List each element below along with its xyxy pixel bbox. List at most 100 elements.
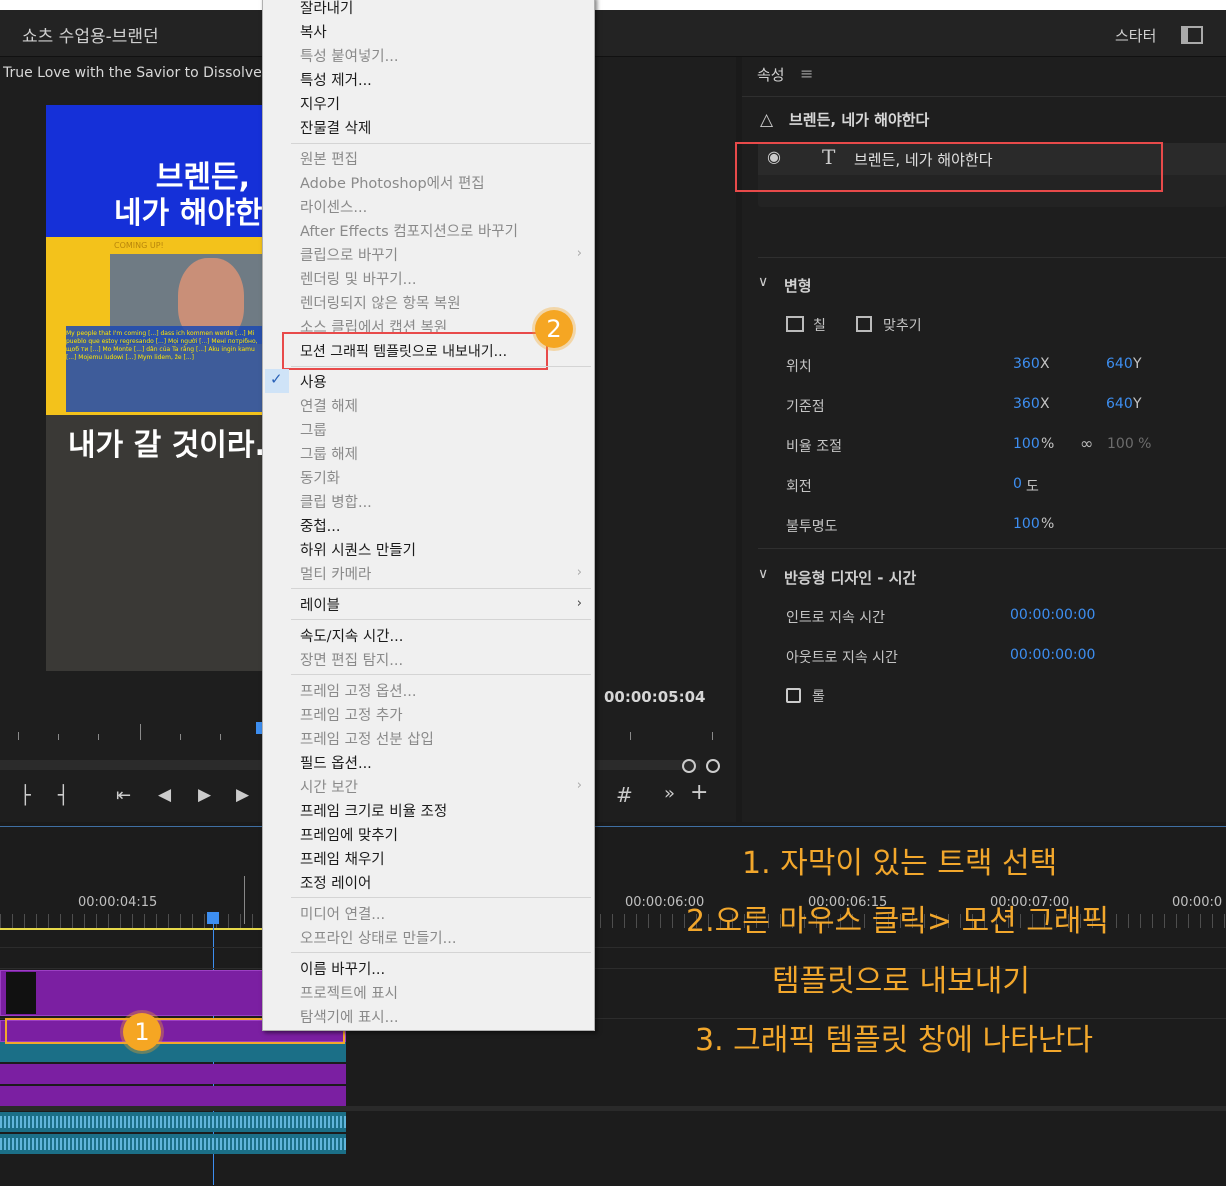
menu-item-scene-detect[interactable]: 장면 편집 탐지... [300, 649, 403, 670]
graphic-clip[interactable] [0, 1086, 346, 1106]
menu-item-multicam[interactable]: 멀티 카메라 [300, 563, 371, 584]
step-badge-2: 2 [535, 310, 573, 348]
menu-item-group[interactable]: 그룹 [300, 419, 327, 440]
menu-item-reveal-project[interactable]: 프로젝트에 표시 [300, 982, 398, 1003]
timeline-tc-5: 00:00:0 [1172, 895, 1223, 910]
add-button-icon[interactable]: + [690, 780, 708, 805]
step-badge-1: 1 [123, 1013, 161, 1051]
position-y-value[interactable]: 640 [1106, 356, 1133, 372]
menu-item-enable[interactable]: 사용 [300, 371, 327, 392]
menu-item-edit-original[interactable]: 원본 편집 [300, 148, 358, 169]
menu-item-adjustment-layer[interactable]: 조정 레이어 [300, 872, 371, 893]
rotation-value[interactable]: 0 [1013, 476, 1022, 492]
menu-item-fit-frame[interactable]: 프레임에 맞추기 [300, 824, 398, 845]
coming-up-label: COMING UP! [114, 241, 164, 250]
multicam-icon[interactable]: # [616, 783, 633, 807]
link-icon[interactable]: ∞ [1080, 434, 1093, 453]
panel-toggle-icon[interactable] [1181, 26, 1203, 44]
sequence-title: 쇼츠 수업용-브랜던 [22, 27, 159, 47]
submenu-arrow-icon: › [576, 565, 582, 580]
opacity-label: 불투명도 [786, 519, 838, 535]
audio-clip[interactable] [0, 1134, 346, 1154]
annotation-step2b: 템플릿으로 내보내기 [772, 964, 1030, 999]
menu-item-frame-hold-options[interactable]: 프레임 고정 옵션... [300, 680, 416, 701]
work-area-bar[interactable] [0, 928, 262, 930]
zoom-handle-right[interactable] [706, 759, 720, 773]
graphic-name: 브렌든, 네가 해야한다 [789, 111, 930, 129]
menu-item-time-interpolation[interactable]: 시간 보간 [300, 776, 358, 797]
anchor-x-value[interactable]: 360 [1013, 396, 1040, 412]
graphic-clip[interactable] [0, 1064, 346, 1084]
chevron-down-icon[interactable]: ∨ [758, 566, 768, 582]
menu-item-scale-to-frame[interactable]: 프레임 크기로 비율 조정 [300, 800, 447, 821]
menu-item-render-replace[interactable]: 렌더링 및 바꾸기... [300, 268, 416, 289]
position-x-value[interactable]: 360 [1013, 356, 1040, 372]
menu-item-clear[interactable]: 지우기 [300, 93, 340, 114]
track-divider [0, 947, 1226, 948]
more-controls-icon[interactable]: » [664, 783, 675, 804]
menu-item-label[interactable]: 레이블 [300, 594, 340, 615]
annotation-step2: 2.오른 마우스 클릭> 모션 그래픽 [686, 904, 1110, 939]
play-icon[interactable]: ▶ [198, 785, 211, 805]
menu-item-reveal-explorer[interactable]: 탐색기에 표시... [300, 1006, 398, 1027]
program-timecode[interactable]: 00:00:05:04 [604, 688, 706, 706]
scale-value-locked: 100 % [1107, 436, 1152, 452]
opacity-value[interactable]: 100 [1013, 516, 1040, 532]
rotation-label: 회전 [786, 479, 812, 495]
menu-item-make-subsequence[interactable]: 하위 시퀀스 만들기 [300, 539, 416, 560]
menu-item-fill-frame[interactable]: 프레임 채우기 [300, 848, 385, 869]
menu-item-insert-frame-hold[interactable]: 프레임 고정 선분 삽입 [300, 728, 434, 749]
audio-clip[interactable] [0, 1112, 346, 1132]
fit-label[interactable]: 맞추기 [883, 315, 922, 335]
playhead-handle[interactable] [207, 912, 219, 924]
step-back-icon[interactable]: ◀ [158, 785, 171, 805]
roll-checkbox[interactable] [786, 688, 801, 703]
menu-item-restore-unrendered[interactable]: 렌더링되지 않은 항목 복원 [300, 292, 461, 313]
menu-item-synchronize[interactable]: 동기화 [300, 467, 340, 488]
intro-duration-value[interactable]: 00:00:00:00 [1010, 607, 1095, 623]
menu-item-replace-clip[interactable]: 클립으로 바꾸기 [300, 244, 398, 265]
menu-item-paste-attributes[interactable]: 특성 붙여넣기... [300, 45, 398, 66]
zoom-handle-left[interactable] [682, 759, 696, 773]
fill-label[interactable]: 칠 [813, 315, 826, 335]
responsive-section-title: 반응형 디자인 - 시간 [784, 569, 917, 587]
menu-item-ungroup[interactable]: 그룹 해제 [300, 443, 358, 464]
menu-item-license[interactable]: 라이센스... [300, 196, 367, 217]
menu-item-edit-photoshop[interactable]: Adobe Photoshop에서 편집 [300, 172, 485, 193]
menu-item-speed-duration[interactable]: 속도/지속 시간... [300, 625, 403, 646]
fit-icon[interactable] [856, 316, 872, 332]
context-menu: 잘라내기 복사 특성 붙여넣기... 특성 제거... 지우기 잔물결 삭제 원… [262, 0, 595, 1031]
menu-item-add-frame-hold[interactable]: 프레임 고정 추가 [300, 704, 403, 725]
menu-item-nest[interactable]: 중첩... [300, 515, 341, 536]
workspace-label[interactable]: 스타터 [1115, 25, 1156, 46]
go-to-in-icon[interactable]: ⇤ [116, 785, 131, 806]
audio-waveform [0, 1138, 346, 1150]
fill-icon[interactable] [786, 316, 804, 332]
menu-item-field-options[interactable]: 필드 옵션... [300, 752, 372, 773]
roll-label: 롤 [812, 689, 825, 705]
chevron-down-icon[interactable]: ∨ [758, 274, 768, 290]
menu-item-unlink[interactable]: 연결 해제 [300, 395, 358, 416]
menu-item-replace-ae[interactable]: After Effects 컴포지션으로 바꾸기 [300, 220, 518, 241]
adjust-clip[interactable] [0, 1042, 346, 1062]
outro-duration-value[interactable]: 00:00:00:00 [1010, 647, 1095, 663]
position-x-unit: X [1040, 356, 1050, 372]
menu-item-make-offline[interactable]: 오프라인 상태로 만들기... [300, 927, 456, 948]
position-y-unit: Y [1133, 356, 1142, 372]
track-divider [0, 968, 1226, 969]
preview-title-area: 브렌든, 네가 해야한 [46, 105, 262, 237]
menu-item-merge-clips[interactable]: 클립 병합... [300, 491, 372, 512]
step-forward-icon[interactable]: ▶ [236, 785, 249, 805]
menu-item-ripple-delete[interactable]: 잔물결 삭제 [300, 117, 371, 138]
mark-in-icon[interactable]: ├ [20, 785, 31, 806]
graphic-layer-icon: △ [760, 110, 774, 130]
menu-item-cut[interactable]: 잘라내기 [300, 0, 353, 18]
menu-item-copy[interactable]: 복사 [300, 21, 327, 42]
scale-value[interactable]: 100 [1013, 436, 1040, 452]
mark-out-icon[interactable]: ┤ [58, 785, 69, 806]
menu-item-link-media[interactable]: 미디어 연결... [300, 903, 385, 924]
menu-item-rename[interactable]: 이름 바꾸기... [300, 958, 385, 979]
anchor-y-value[interactable]: 640 [1106, 396, 1133, 412]
menu-item-remove-attributes[interactable]: 특성 제거... [300, 69, 372, 90]
panel-menu-icon[interactable]: ≡ [800, 64, 813, 83]
